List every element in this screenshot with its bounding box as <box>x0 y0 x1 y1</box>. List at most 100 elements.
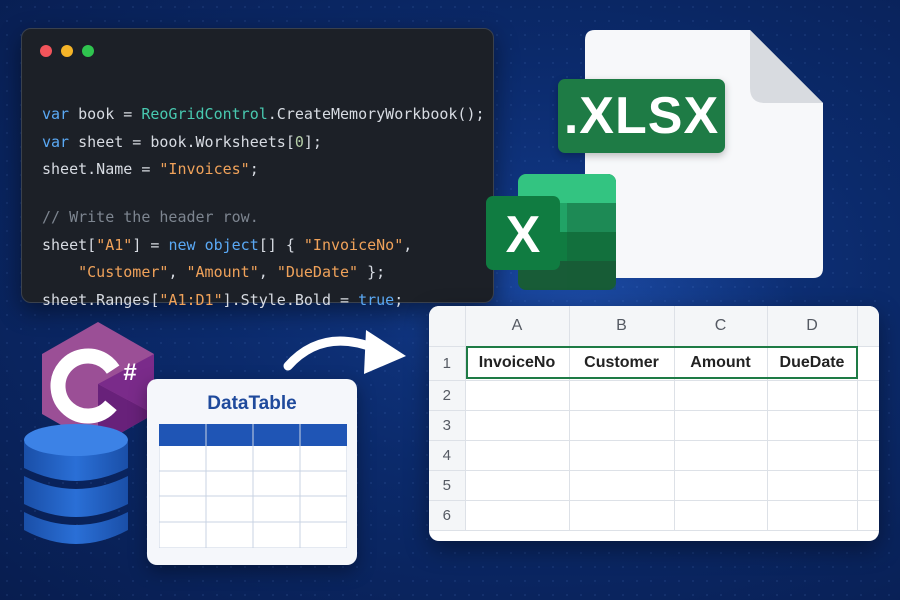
row-header[interactable]: 2 <box>429 380 466 411</box>
table-row: 5 <box>429 470 879 501</box>
row-header[interactable]: 6 <box>429 500 466 531</box>
code-line: var book = ReoGridControl.CreateMemoryWo… <box>42 105 485 123</box>
cell[interactable] <box>465 500 570 531</box>
code-token: sheet = book.Worksheets[ <box>69 133 295 151</box>
cell[interactable] <box>857 440 879 471</box>
code-token: ; <box>394 291 404 309</box>
cell[interactable] <box>465 440 570 471</box>
xlsx-file-icon <box>585 30 823 278</box>
code-token: "A1" <box>96 236 133 254</box>
cell-d1[interactable]: DueDate <box>767 346 858 381</box>
cell-c1[interactable]: Amount <box>674 346 768 381</box>
cell[interactable] <box>857 380 879 411</box>
xlsx-extension-label: .XLSX <box>558 79 725 153</box>
close-dot-icon <box>40 45 52 57</box>
table-row: 1 InvoiceNo Customer Amount DueDate <box>429 346 879 381</box>
code-token: new <box>168 236 196 254</box>
excel-icon: X <box>486 174 616 290</box>
code-token: true <box>358 291 395 309</box>
code-token: var <box>42 105 70 123</box>
code-token: "Customer" <box>78 263 169 281</box>
window-controls <box>40 45 94 57</box>
svg-text:#: # <box>123 359 136 386</box>
cell[interactable] <box>569 470 675 501</box>
cell[interactable] <box>857 410 879 441</box>
datatable-title: DataTable <box>207 393 297 414</box>
cell[interactable] <box>767 470 858 501</box>
code-token: sheet[ <box>42 236 97 254</box>
cell[interactable] <box>857 346 879 381</box>
cell-a1[interactable]: InvoiceNo <box>465 346 570 381</box>
code-token: sheet.Name = <box>42 160 160 178</box>
code-token: var <box>42 133 70 151</box>
row-header[interactable]: 1 <box>429 346 466 381</box>
corner-cell <box>429 306 466 347</box>
column-header[interactable]: C <box>674 306 768 347</box>
code-editor-window: var book = ReoGridControl.CreateMemoryWo… <box>21 28 494 309</box>
datatable-card: DataTable <box>147 379 357 565</box>
spreadsheet-grid: A B C D 1 InvoiceNo Customer Amount DueD… <box>429 306 879 531</box>
cell[interactable] <box>569 440 675 471</box>
code-line: // Write the header row. <box>42 208 259 226</box>
cell[interactable] <box>465 380 570 411</box>
cell[interactable] <box>674 470 768 501</box>
cell[interactable] <box>674 500 768 531</box>
column-header[interactable]: B <box>569 306 675 347</box>
code-line: sheet.Ranges["A1:D1"].Style.Bold = true; <box>42 291 403 309</box>
cell[interactable] <box>569 380 675 411</box>
curved-arrow-icon <box>283 330 406 374</box>
minimize-dot-icon <box>61 45 73 57</box>
cell[interactable] <box>674 380 768 411</box>
cell[interactable] <box>857 470 879 501</box>
maximize-dot-icon <box>82 45 94 57</box>
code-token: ] = <box>132 236 169 254</box>
code-line: "Customer", "Amount", "DueDate" }; <box>42 263 385 281</box>
cell[interactable] <box>857 500 879 531</box>
row-header[interactable]: 4 <box>429 440 466 471</box>
code-token: object <box>204 236 259 254</box>
table-row: 2 <box>429 380 879 411</box>
code-token: sheet.Ranges[ <box>42 291 160 309</box>
cell[interactable] <box>767 410 858 441</box>
code-token: ]; <box>303 133 322 151</box>
code-token: ReoGridControl <box>141 105 268 123</box>
cell-b1[interactable]: Customer <box>569 346 675 381</box>
table-row: 4 <box>429 440 879 471</box>
column-header-row: A B C D <box>429 306 879 347</box>
code-token: 0 <box>294 133 304 151</box>
row-header[interactable]: 5 <box>429 470 466 501</box>
cell[interactable] <box>767 500 858 531</box>
code-token: ].Style.Bold = <box>222 291 359 309</box>
row-header[interactable]: 3 <box>429 410 466 441</box>
cell[interactable] <box>569 410 675 441</box>
column-header[interactable]: D <box>767 306 858 347</box>
column-header[interactable]: A <box>465 306 570 347</box>
code-line: sheet.Name = "Invoices"; <box>42 160 259 178</box>
code-token: "Invoices" <box>159 160 250 178</box>
code-line: var sheet = book.Worksheets[0]; <box>42 133 322 151</box>
code-token: , <box>168 263 187 281</box>
code-token: "Amount" <box>186 263 259 281</box>
cell[interactable] <box>674 440 768 471</box>
code-token: book = <box>69 105 142 123</box>
code-token: , <box>403 236 413 254</box>
cell[interactable] <box>569 500 675 531</box>
code-token: .CreateMemoryWorkbook(); <box>267 105 485 123</box>
code-token: [] { <box>258 236 304 254</box>
code-token: ; <box>249 160 259 178</box>
datatable-grid <box>159 424 347 548</box>
table-row: 3 <box>429 410 879 441</box>
cell[interactable] <box>465 470 570 501</box>
spreadsheet-preview: A B C D 1 InvoiceNo Customer Amount DueD… <box>429 306 879 541</box>
code-line: sheet["A1"] = new object[] { "InvoiceNo"… <box>42 236 412 254</box>
database-icon <box>24 424 128 544</box>
cell[interactable] <box>767 380 858 411</box>
code-token: "DueDate" <box>276 263 359 281</box>
code-token: "A1:D1" <box>159 291 223 309</box>
column-header-extra <box>857 306 879 347</box>
cell[interactable] <box>465 410 570 441</box>
cell[interactable] <box>767 440 858 471</box>
cell[interactable] <box>674 410 768 441</box>
